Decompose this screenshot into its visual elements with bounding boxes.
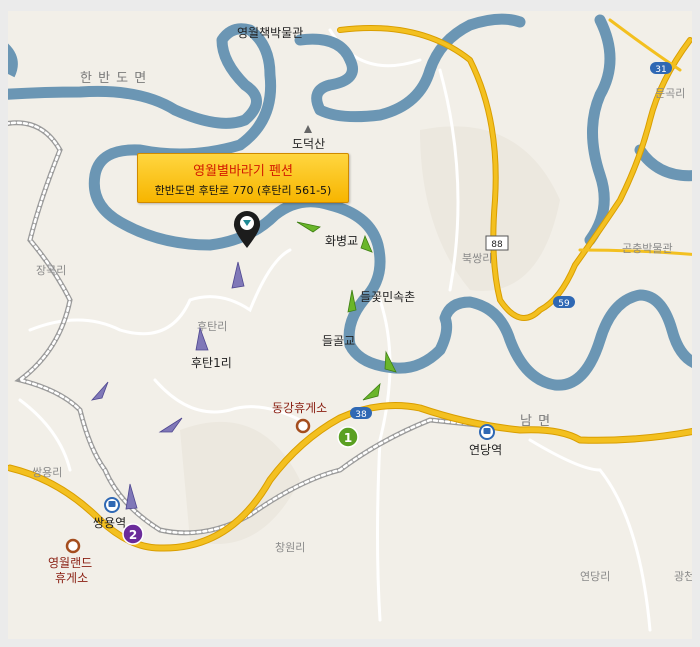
- station-yeondang: 연당역: [469, 443, 502, 457]
- region-hanbando: 한 반 도 면: [80, 71, 147, 86]
- place-deulgolgyo: 들골교: [322, 334, 355, 348]
- map-frame: 38 88 59 31 한 반 도 면 남 면 영월책박물관 도덕산 화병교 들…: [0, 0, 700, 647]
- marker-2[interactable]: 2: [122, 523, 144, 545]
- train-station-icon[interactable]: [479, 424, 495, 440]
- svg-text:2: 2: [129, 528, 137, 542]
- route-shield-38: 38: [350, 407, 372, 420]
- svg-text:1: 1: [344, 431, 352, 445]
- route-shield-59: 59: [553, 296, 575, 309]
- route-shield-31: 31: [650, 62, 672, 75]
- marker-1[interactable]: 1: [337, 426, 359, 448]
- svg-text:38: 38: [355, 410, 367, 420]
- place-hwabyeonggyo: 화병교: [325, 234, 358, 248]
- poi-yeongwolland-line2: 휴게소: [55, 571, 88, 585]
- place-ssangyongri: 쌍용리: [32, 466, 62, 479]
- place-gonchung-museum: 곤충박물관: [622, 242, 673, 255]
- poi-donggang-rest: 동강휴게소: [272, 401, 327, 415]
- location-callout[interactable]: 영월별바라기 펜션 한반도면 후탄로 770 (후탄리 561-5): [137, 153, 349, 203]
- station-ssangyong: 쌍용역: [93, 516, 126, 530]
- rest-area-icon[interactable]: [295, 418, 311, 434]
- place-mungokri: 문곡리: [655, 87, 685, 100]
- place-deulkkot: 들꽃민속촌: [360, 290, 415, 304]
- place-hutan1ri: 후탄1리: [191, 356, 232, 370]
- train-station-icon[interactable]: [104, 497, 120, 513]
- place-gwangcheon: 광천: [674, 569, 692, 583]
- place-janggokri: 장곡리: [36, 264, 66, 277]
- callout-address: 한반도면 후탄로 770 (후탄리 561-5): [154, 184, 332, 197]
- place-dodeoksan: 도덕산: [292, 137, 325, 151]
- svg-text:59: 59: [558, 299, 570, 309]
- place-changwonri: 창원리: [275, 541, 305, 554]
- callout-title: 영월별바라기 펜션: [193, 164, 293, 179]
- route-shield-88: 88: [485, 235, 509, 251]
- svg-text:88: 88: [491, 240, 503, 250]
- rest-area-icon[interactable]: [65, 538, 81, 554]
- place-hutanri: 후탄리: [197, 320, 227, 333]
- svg-text:31: 31: [655, 65, 666, 75]
- poi-yeongwolland-line1: 영월랜드: [48, 556, 92, 570]
- place-bukssangri: 북쌍리: [462, 252, 492, 265]
- place-yeondangri: 연당리: [580, 570, 610, 583]
- map-svg: 38 88 59 31 한 반 도 면 남 면 영월책박물관 도덕산 화병교 들…: [8, 11, 692, 639]
- place-yeongwol-book-museum: 영월책박물관: [237, 25, 303, 40]
- region-nam: 남 면: [520, 414, 551, 429]
- map-canvas[interactable]: 38 88 59 31 한 반 도 면 남 면 영월책박물관 도덕산 화병교 들…: [8, 11, 692, 639]
